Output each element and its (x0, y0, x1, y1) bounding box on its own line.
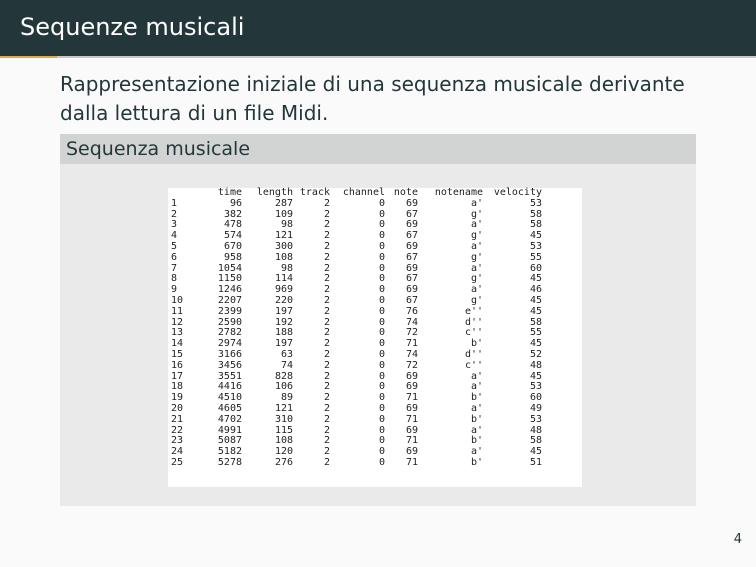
table-cell: a' (470, 197, 483, 209)
table-cell: 67 (405, 251, 418, 263)
table-cell: 2 (323, 251, 330, 263)
table-cell: 0 (378, 413, 385, 425)
table-cell: 0 (378, 197, 385, 209)
table-cell: 96 (229, 197, 242, 209)
header-progress-accent (0, 56, 57, 58)
table-cell: 55 (529, 251, 542, 263)
header-progress-bar (0, 56, 756, 58)
table-row: 1 96 287 2 0 69 a' 53 (171, 197, 545, 210)
sequence-block: Sequenza musicale time length track channel… (60, 134, 696, 506)
intro-text: Rappresentazione iniziale di una sequenz… (60, 72, 685, 125)
table-row: 25 5278 276 2 0 71 b' 51 (171, 456, 545, 469)
sequence-table-image: time length track channel note notename veloci… (168, 187, 582, 487)
slide-title: Sequenze musicali (20, 13, 245, 41)
table-row: 21 4702 310 2 0 71 b' 53 (171, 413, 545, 426)
sequence-table: time length track channel note notename veloci… (171, 187, 545, 469)
table-cell: 72 (405, 359, 418, 371)
table-cell: 16 (171, 359, 184, 371)
table-cell: 958 (223, 251, 242, 263)
table-cell: b' (470, 456, 483, 468)
table-cell: 310 (274, 413, 293, 425)
table-cell: c'' (464, 359, 483, 371)
table-cell: 0 (378, 305, 385, 317)
midi-term: Midi (280, 101, 322, 125)
table-cell: 25 (171, 456, 184, 468)
block-title-bar: Sequenza musicale (60, 134, 696, 164)
table-cell: 0 (378, 456, 385, 468)
intro-period: . (321, 101, 329, 125)
table-cell: 76 (405, 305, 418, 317)
table-row: 16 3456 74 2 0 72 c'' 48 (171, 359, 545, 372)
table-cell: g' (470, 251, 483, 263)
table-cell: 48 (529, 359, 542, 371)
table-cell: 53 (529, 197, 542, 209)
table-cell: 3456 (217, 359, 242, 371)
table-cell: 21 (171, 413, 184, 425)
table-cell: 276 (274, 456, 293, 468)
intro-paragraph: Rappresentazione iniziale di una sequenz… (60, 70, 720, 128)
table-cell: 6 (171, 251, 178, 263)
table-cell: 1 (171, 197, 178, 209)
table-cell: 51 (529, 456, 542, 468)
table-cell: 69 (405, 197, 418, 209)
slide-header: Sequenze musicali (0, 0, 756, 56)
table-cell: 2 (323, 413, 330, 425)
table-header-row: time length track channel note notename veloci… (171, 187, 545, 199)
table-cell: 287 (274, 197, 293, 209)
table-cell: 197 (274, 305, 293, 317)
table-cell: 2 (323, 359, 330, 371)
table-row: 11 2399 197 2 0 76 e'' 45 (171, 305, 545, 318)
table-body: 1 96 287 2 0 69 a' 53 2 382 109 2 0 67 g' 58 3 478 98 2 0 69 a… (171, 197, 545, 469)
table-cell: 2 (323, 456, 330, 468)
table-cell: b' (470, 413, 483, 425)
block-title: Sequenza musicale (66, 138, 251, 160)
table-cell: 108 (274, 251, 293, 263)
table-cell: 53 (529, 413, 542, 425)
table-cell: 11 (171, 305, 184, 317)
table-cell: 5278 (217, 456, 242, 468)
table-cell: 0 (378, 359, 385, 371)
table-cell: 2399 (217, 305, 242, 317)
table-row: 6 958 108 2 0 67 g' 55 (171, 251, 545, 264)
table-cell: 2 (323, 305, 330, 317)
table-cell: e'' (464, 305, 483, 317)
page-number: 4 (733, 532, 742, 547)
table-cell: 45 (529, 305, 542, 317)
table-cell: 2 (323, 197, 330, 209)
table-cell: 4702 (217, 413, 242, 425)
table-cell: 71 (405, 456, 418, 468)
table-cell: 0 (378, 251, 385, 263)
table-cell: 71 (405, 413, 418, 425)
table-cell: 74 (280, 359, 293, 371)
